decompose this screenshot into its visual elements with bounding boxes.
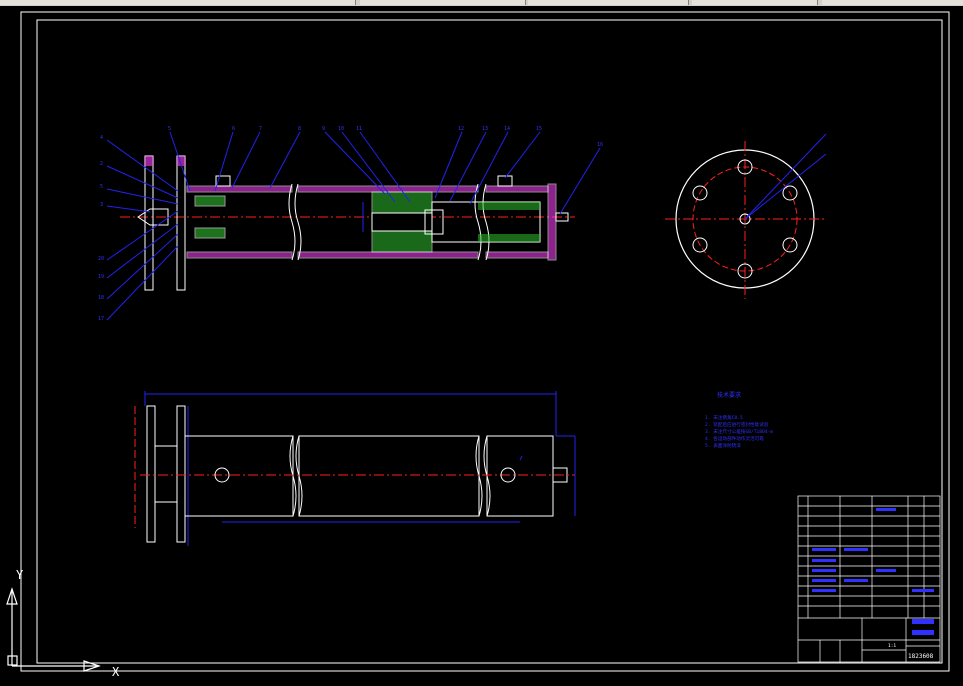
part-number-label: 19 [98, 274, 104, 280]
part-number-label: 5 [100, 184, 103, 190]
part-number-label: 2 [100, 161, 103, 167]
note-line: 1. 未注倒角C0.5 [705, 414, 743, 421]
front-view[interactable] [134, 391, 576, 546]
toolbar-segment[interactable] [0, 0, 301, 5]
part-number-label: 14 [504, 126, 510, 132]
part-number-label: 11 [356, 126, 362, 132]
gland-upper [194, 195, 226, 207]
gland-lower [194, 227, 226, 239]
sheet-inner-border [36, 19, 943, 664]
part-number-label: 13 [482, 126, 488, 132]
note-line: 2. 装配后应进行密封性能试验 [705, 421, 769, 428]
sheet-outer-border [20, 11, 950, 672]
note-line: 3. 未注尺寸公差按GB/T1804-m [705, 428, 773, 435]
part-number-label: 9 [322, 126, 325, 132]
right-flange [176, 155, 186, 291]
note-line: 4. 各运动部件动作灵活可靠 [705, 435, 764, 442]
drawing-number: 1823608 [908, 653, 934, 660]
end-view[interactable] [665, 133, 827, 299]
toolbar-segment[interactable] [692, 0, 818, 5]
leaders-left [106, 139, 179, 321]
flange-front [146, 405, 156, 543]
part-number-label: 17 [98, 316, 104, 322]
ucs-x-label: X [112, 665, 120, 679]
toolbar-segment[interactable] [360, 0, 526, 5]
part-number-label: 10 [338, 126, 344, 132]
part-number-label: 16 [597, 142, 603, 148]
toolbar-segment[interactable] [528, 0, 689, 5]
drawing-scale: 1:1 [888, 643, 896, 649]
end-cap [547, 183, 557, 261]
notes-heading: 技术要求 [717, 391, 741, 399]
break-line [288, 183, 296, 261]
part-number-label: 4 [100, 135, 103, 141]
technical-notes: 技术要求 1. 未注倒角C0.5 2. 装配后应进行密封性能试验 3. 未注尺寸… [705, 391, 773, 449]
part-number-label: 20 [98, 256, 104, 262]
tube-wall-top [186, 185, 293, 193]
toolbar-segment[interactable] [300, 0, 356, 5]
ucs-y-label: Y [16, 568, 24, 582]
tube-wall-bottom [186, 251, 293, 259]
toolbar-segment[interactable] [822, 0, 963, 5]
part-number-label: 3 [100, 202, 103, 208]
part-number-label: 7 [259, 126, 262, 132]
cylinder-body [184, 435, 294, 517]
note-line: 5. 表面涂防锈漆 [705, 442, 741, 449]
part-number-label: 6 [232, 126, 235, 132]
part-number-label: 18 [98, 295, 104, 301]
part-number-label: 15 [536, 126, 542, 132]
title-block-fill [812, 508, 934, 635]
cad-drawing-canvas[interactable]: 4 2 5 3 20 19 18 17 5 6 7 8 9 10 11 12 1… [0, 6, 963, 686]
part-number-label: 5 [168, 126, 171, 132]
part-number-label: 12 [458, 126, 464, 132]
part-number-label: 8 [298, 126, 301, 132]
section-view[interactable]: 4 2 5 3 20 19 18 17 5 6 7 8 9 10 11 12 1… [98, 126, 603, 322]
